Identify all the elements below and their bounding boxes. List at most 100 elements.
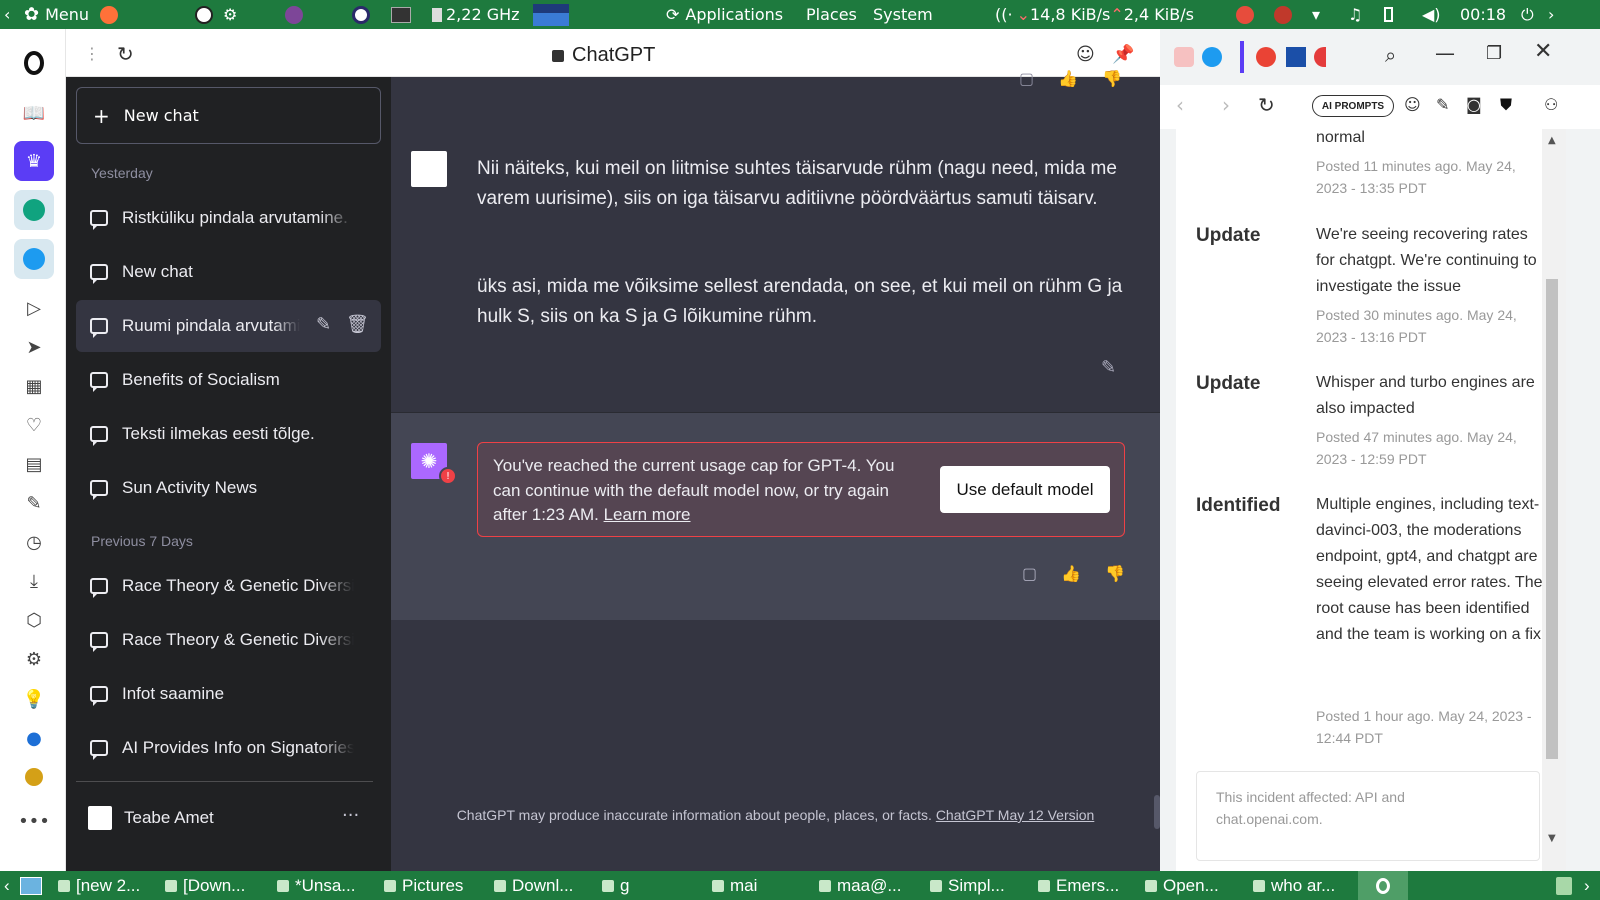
conversation-item[interactable]: Race Theory & Genetic Diversity <box>76 560 381 612</box>
places-menu[interactable]: Places <box>806 0 857 29</box>
taskbar-item[interactable]: Emers... <box>1038 871 1119 900</box>
conversation-item[interactable]: Teksti ilmekas eesti tõlge. <box>76 408 381 460</box>
volume-tray[interactable]: ◀) <box>1422 0 1441 29</box>
thumbs-up-icon[interactable]: 👍 <box>1061 564 1081 583</box>
more-icon[interactable]: ··· <box>342 805 359 826</box>
sidebar-speed-dial[interactable]: ▦ <box>14 366 54 406</box>
scroll-thumb[interactable] <box>1546 279 1558 759</box>
conversation-item[interactable]: New chat <box>76 246 381 298</box>
conversation-item[interactable]: AI Provides Info on Signatories <box>76 722 381 774</box>
conversation-item[interactable]: Ristküliku pindala arvutamine. <box>76 192 381 244</box>
network-indicator[interactable]: ((· ⌄ 14,8 KiB/s ⌃ 2,4 KiB/s <box>995 0 1194 29</box>
scroll-down-icon[interactable]: ▼ <box>1548 833 1556 844</box>
thumbs-down-icon[interactable]: 👎 <box>1102 69 1122 88</box>
tray-app-2[interactable] <box>1274 0 1292 29</box>
taskbar-item[interactable]: who ar... <box>1253 871 1335 900</box>
taskbar-item[interactable]: Open... <box>1145 871 1219 900</box>
profile-icon[interactable]: ⚇ <box>1544 95 1558 114</box>
taskbar-item[interactable]: Downl... <box>494 871 573 900</box>
sidebar-history[interactable]: ◷ <box>14 522 54 562</box>
sidebar-wallet[interactable] <box>14 757 54 797</box>
hatena-tab-icon[interactable] <box>1286 47 1306 67</box>
twitter-tab-icon[interactable] <box>1202 47 1222 67</box>
conversation-item[interactable]: Infot saamine <box>76 668 381 720</box>
user-menu[interactable]: Teabe Amet ··· <box>76 793 381 843</box>
version-link[interactable]: ChatGPT May 12 Version <box>936 807 1094 823</box>
panel-left-arrow[interactable]: ‹ <box>4 0 10 29</box>
taskbar-item[interactable]: Simpl... <box>930 871 1005 900</box>
applications-menu[interactable]: ⟳ Applications <box>666 0 783 29</box>
conversation-item[interactable]: Benefits of Socialism <box>76 354 381 406</box>
speed-dial-tab-icon[interactable] <box>1174 47 1194 67</box>
google-tab-icon[interactable] <box>1256 47 1276 67</box>
terminal-launcher[interactable] <box>391 0 411 29</box>
sidebar-crown[interactable]: ♛ <box>14 141 54 181</box>
edit-message-icon[interactable]: ✎ <box>1101 357 1116 378</box>
accessibility-launcher[interactable] <box>195 0 213 29</box>
learn-more-link[interactable]: Learn more <box>604 505 691 524</box>
scroll-up-icon[interactable]: ▲ <box>1548 135 1556 146</box>
drag-handle-icon[interactable]: ⋮ <box>84 44 100 63</box>
taskbar-item[interactable]: g <box>602 871 629 900</box>
shield-icon[interactable]: ⛊ <box>1500 95 1512 115</box>
system-menu[interactable]: System <box>873 0 933 29</box>
search-icon[interactable]: ⌕ <box>1385 43 1396 67</box>
settings-launcher[interactable]: ⚙ <box>223 0 237 29</box>
thumbs-up-icon[interactable]: 👍 <box>1058 69 1078 88</box>
taskbar-item[interactable]: *Unsa... <box>277 871 355 900</box>
clipboard-icon[interactable]: ▢ <box>1022 564 1037 583</box>
conversation-item[interactable]: Sun Activity News <box>76 462 381 514</box>
power-button[interactable]: ⏻ <box>1521 0 1534 29</box>
close-icon[interactable]: ✕ <box>1534 39 1552 64</box>
sidebar-snapshots[interactable]: ✎ <box>14 483 54 523</box>
show-desktop-button[interactable] <box>20 871 42 900</box>
back-icon[interactable]: ‹ <box>1176 93 1184 117</box>
emoji-icon[interactable]: ☺ <box>1404 95 1421 114</box>
use-default-model-button[interactable]: Use default model <box>940 466 1110 513</box>
sidebar-settings[interactable]: ⚙ <box>14 639 54 679</box>
thumbs-down-icon[interactable]: 👎 <box>1105 564 1125 583</box>
conversation-item-active[interactable]: Ruumi pindala arvutamine ✎ 🗑 <box>76 300 381 352</box>
new-chat-button[interactable]: + New chat <box>76 87 381 144</box>
reload-icon[interactable]: ↻ <box>117 42 134 66</box>
reload-icon[interactable]: ↻ <box>1258 93 1275 117</box>
trash-icon[interactable]: 🗑 <box>346 314 369 335</box>
sidebar-chatgpt[interactable] <box>14 190 54 230</box>
sidebar-tips[interactable]: 💡 <box>14 679 54 719</box>
taskbar-left-arrow[interactable]: ‹ <box>4 871 10 900</box>
conversation-item[interactable]: Race Theory & Genetic Diversity <box>76 614 381 666</box>
taskbar-item[interactable]: [Down... <box>165 871 245 900</box>
camera-icon[interactable]: ◙ <box>1466 95 1482 114</box>
restore-icon[interactable]: ❐ <box>1486 43 1502 64</box>
ai-prompts-button[interactable]: AI PROMPTS <box>1312 95 1394 117</box>
sidebar-messenger[interactable]: ● <box>14 718 54 758</box>
menu-button[interactable]: ✿ Menu <box>24 0 89 29</box>
sidebar-bookmarks[interactable]: 📖 <box>14 93 54 133</box>
taskbar-item-active[interactable] <box>1358 871 1408 900</box>
sidebar-extensions[interactable]: ⬡ <box>14 600 54 640</box>
compose-icon[interactable]: ✎ <box>1436 95 1449 114</box>
edit-icon[interactable]: ✎ <box>316 314 331 335</box>
sidebar-news[interactable]: ▤ <box>14 444 54 484</box>
emoji-icon[interactable]: ☺ <box>1076 44 1095 65</box>
trash-applet[interactable] <box>1556 871 1572 900</box>
battery-tray[interactable] <box>1384 0 1393 29</box>
pin-icon[interactable]: 📌 <box>1112 44 1134 65</box>
sidebar-more[interactable]: ••• <box>14 801 54 841</box>
right-scrollbar[interactable]: ▲ ▼ <box>1542 129 1566 871</box>
wifi-tray[interactable]: ▾ <box>1312 0 1320 29</box>
sidebar-player[interactable]: ▷ <box>14 288 54 328</box>
sidebar-send[interactable]: ➤ <box>14 327 54 367</box>
taskbar-item[interactable]: Pictures <box>384 871 463 900</box>
taskbar-item[interactable]: maa@... <box>819 871 902 900</box>
firefox-launcher[interactable] <box>100 0 118 29</box>
forward-icon[interactable]: › <box>1222 93 1230 117</box>
sidebar-twitter[interactable] <box>14 239 54 279</box>
minimize-icon[interactable]: — <box>1435 41 1455 65</box>
panel-right-arrow[interactable]: › <box>1548 0 1554 29</box>
clock[interactable]: 00:18 <box>1460 0 1506 29</box>
opera-menu-button[interactable] <box>14 43 54 83</box>
taskbar-right-arrow[interactable]: › <box>1584 871 1590 900</box>
sidebar-favorites[interactable]: ♡ <box>14 405 54 445</box>
clipboard-icon[interactable]: ▢ <box>1019 69 1034 88</box>
